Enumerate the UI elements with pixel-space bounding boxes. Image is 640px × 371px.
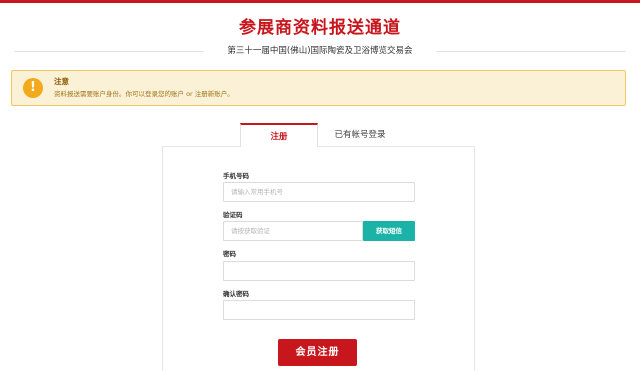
notice-alert: ! 注意 资料报送需要账户身份。你可以登录您的账户 or 注册新账户。 [11, 70, 626, 106]
code-label: 验证码 [223, 211, 243, 219]
top-accent-bar [0, 0, 640, 3]
tab-register[interactable]: 注册 [240, 123, 318, 147]
subtitle-row: 第三十一届中国(佛山)国际陶瓷及卫浴博览交易会 [14, 44, 626, 58]
confirm-password-input[interactable] [223, 300, 415, 320]
password-input[interactable] [223, 261, 415, 281]
get-sms-button[interactable]: 获取短信 [363, 221, 415, 241]
page-title: 参展商资料报送通道 [239, 18, 401, 38]
notice-text: 资料报送需要账户身份。你可以登录您的账户 or 注册新账户。 [54, 90, 234, 98]
tab-login[interactable]: 已有帐号登录 [320, 123, 400, 147]
auth-tabs: 注册 已有帐号登录 [240, 123, 400, 147]
phone-input[interactable] [223, 182, 415, 202]
exclamation-icon: ! [23, 78, 43, 98]
code-input[interactable] [223, 221, 363, 241]
register-submit-button[interactable]: 会员注册 [278, 339, 357, 366]
password-label: 密码 [223, 250, 236, 258]
confirm-password-label: 确认密码 [223, 290, 249, 298]
notice-title: 注意 [54, 77, 69, 86]
register-form-card [162, 146, 475, 371]
divider-right [436, 51, 626, 52]
phone-label: 手机号码 [223, 172, 249, 180]
